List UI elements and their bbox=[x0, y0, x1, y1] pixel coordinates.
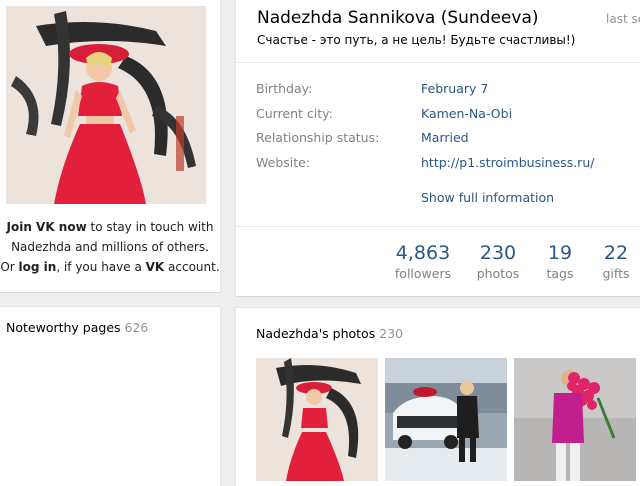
website-link[interactable]: http://p1.stroimbusiness.ru/ bbox=[421, 155, 594, 170]
noteworthy-pages-header[interactable]: Noteworthy pages 626 bbox=[6, 320, 148, 335]
stat-label: gifts bbox=[602, 266, 630, 281]
birthday-link[interactable]: February 7 bbox=[421, 81, 488, 96]
join-line1-text: to stay in touch with bbox=[86, 220, 214, 234]
photo-image bbox=[256, 358, 378, 481]
stat-photos[interactable]: 230 photos bbox=[468, 242, 528, 281]
profile-status: Счастье - это путь, а не цель! Будьте сч… bbox=[257, 33, 576, 47]
login-link[interactable]: log in bbox=[19, 260, 57, 274]
relationship-link[interactable]: Married bbox=[421, 130, 469, 145]
profile-name: Nadezhda Sannikova (Sundeeva) bbox=[257, 8, 539, 28]
profile-sidebar-card: Join VK now to stay in touch with Nadezh… bbox=[0, 0, 220, 292]
info-label: Relationship status: bbox=[256, 130, 380, 145]
avatar-photo bbox=[6, 6, 206, 204]
stat-number: 4,863 bbox=[395, 242, 451, 264]
join-vk-link[interactable]: Join VK now bbox=[7, 220, 87, 234]
noteworthy-pages-count: 626 bbox=[124, 320, 149, 335]
info-label: Current city: bbox=[256, 106, 333, 121]
photos-card: Nadezhda's photos 230 bbox=[236, 308, 640, 486]
join-mid-text: , if you have a bbox=[56, 260, 146, 274]
stat-number: 230 bbox=[479, 242, 517, 264]
noteworthy-pages-card: Noteworthy pages 626 bbox=[0, 307, 220, 486]
join-end-text: account. bbox=[164, 260, 220, 274]
vk-brand-text: VK bbox=[145, 260, 165, 274]
photos-label: Nadezhda's photos bbox=[256, 326, 376, 341]
photo-thumbnail-3[interactable] bbox=[514, 358, 636, 481]
stat-label: followers bbox=[394, 266, 452, 281]
divider bbox=[236, 62, 640, 63]
join-line2-text: Nadezhda and millions of others. bbox=[11, 240, 209, 254]
stat-followers[interactable]: 4,863 followers bbox=[388, 242, 458, 281]
photo-thumbnail-2[interactable] bbox=[385, 358, 507, 481]
divider bbox=[236, 226, 640, 227]
join-or-text: Or bbox=[0, 260, 19, 274]
stat-label: photos bbox=[476, 266, 520, 281]
photos-count: 230 bbox=[379, 326, 404, 341]
stat-number: 22 bbox=[603, 242, 629, 264]
profile-info-card: Nadezhda Sannikova (Sundeeva) last se Сч… bbox=[236, 0, 640, 296]
photo-thumbnail-1[interactable] bbox=[256, 358, 378, 481]
show-full-information-link[interactable]: Show full information bbox=[421, 190, 554, 205]
photos-header[interactable]: Nadezhda's photos 230 bbox=[256, 326, 403, 341]
stat-tags[interactable]: 19 tags bbox=[539, 242, 581, 281]
stat-label: tags bbox=[546, 266, 574, 281]
info-label: Website: bbox=[256, 155, 311, 170]
profile-avatar[interactable] bbox=[6, 6, 206, 204]
photo-image bbox=[514, 358, 636, 481]
city-link[interactable]: Kamen-Na-Obi bbox=[421, 106, 512, 121]
info-label: Birthday: bbox=[256, 81, 313, 96]
noteworthy-pages-label: Noteworthy pages bbox=[6, 320, 121, 335]
join-prompt: Join VK now to stay in touch with Nadezh… bbox=[0, 217, 220, 277]
photo-image bbox=[385, 358, 507, 481]
stat-number: 19 bbox=[547, 242, 573, 264]
last-seen-text: last se bbox=[606, 12, 640, 26]
stat-gifts[interactable]: 22 gifts bbox=[596, 242, 636, 281]
